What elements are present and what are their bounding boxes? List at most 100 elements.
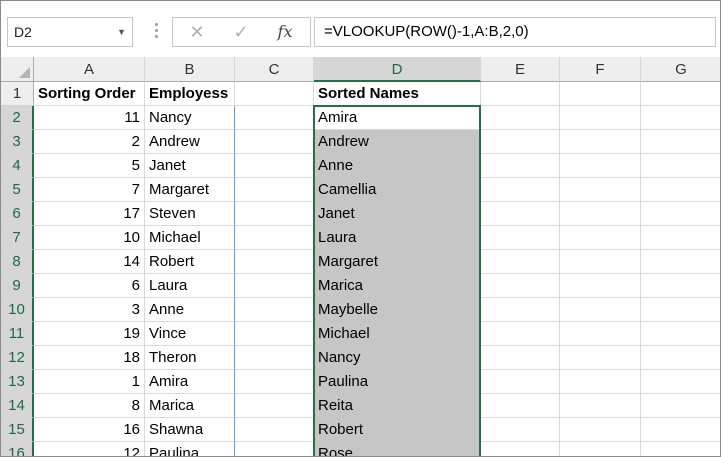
cell-a13[interactable]: 1: [34, 370, 145, 394]
cell-g12[interactable]: [641, 346, 720, 370]
cell-c6[interactable]: [235, 202, 314, 226]
cell-e16[interactable]: [481, 442, 560, 456]
cell-b1[interactable]: Employess: [145, 82, 235, 106]
cell-g16[interactable]: [641, 442, 720, 456]
column-header-c[interactable]: C: [235, 57, 314, 82]
cell-g6[interactable]: [641, 202, 720, 226]
cell-a6[interactable]: 17: [34, 202, 145, 226]
cell-b5[interactable]: Margaret: [145, 178, 235, 202]
cell-e1[interactable]: [481, 82, 560, 106]
cell-d15[interactable]: Robert: [314, 418, 481, 442]
cell-f7[interactable]: [560, 226, 641, 250]
cell-b7[interactable]: Michael: [145, 226, 235, 250]
cell-g11[interactable]: [641, 322, 720, 346]
cell-g5[interactable]: [641, 178, 720, 202]
cell-e5[interactable]: [481, 178, 560, 202]
cell-f8[interactable]: [560, 250, 641, 274]
cell-f4[interactable]: [560, 154, 641, 178]
cell-f5[interactable]: [560, 178, 641, 202]
name-box[interactable]: D2 ▼: [7, 17, 133, 47]
cell-g14[interactable]: [641, 394, 720, 418]
cell-d2[interactable]: Amira: [314, 106, 481, 130]
cell-c11[interactable]: [235, 322, 314, 346]
row-header-4[interactable]: 4: [1, 154, 34, 178]
row-header-7[interactable]: 7: [1, 226, 34, 250]
row-header-16[interactable]: 16: [1, 442, 34, 456]
cell-d14[interactable]: Reita: [314, 394, 481, 418]
cell-e8[interactable]: [481, 250, 560, 274]
row-header-1[interactable]: 1: [1, 82, 34, 106]
cell-c4[interactable]: [235, 154, 314, 178]
column-header-a[interactable]: A: [34, 57, 145, 82]
cell-g13[interactable]: [641, 370, 720, 394]
cell-a12[interactable]: 18: [34, 346, 145, 370]
cell-a5[interactable]: 7: [34, 178, 145, 202]
cell-c8[interactable]: [235, 250, 314, 274]
cancel-x-icon[interactable]: ✕: [177, 18, 217, 46]
cell-a1[interactable]: Sorting Order: [34, 82, 145, 106]
cell-c1[interactable]: [235, 82, 314, 106]
column-header-d[interactable]: D: [314, 57, 481, 82]
cell-d12[interactable]: Nancy: [314, 346, 481, 370]
row-header-15[interactable]: 15: [1, 418, 34, 442]
cell-f10[interactable]: [560, 298, 641, 322]
cell-g4[interactable]: [641, 154, 720, 178]
row-header-11[interactable]: 11: [1, 322, 34, 346]
cell-a16[interactable]: 12: [34, 442, 145, 456]
cell-a3[interactable]: 2: [34, 130, 145, 154]
cell-e7[interactable]: [481, 226, 560, 250]
cell-c14[interactable]: [235, 394, 314, 418]
cell-d13[interactable]: Paulina: [314, 370, 481, 394]
cell-g15[interactable]: [641, 418, 720, 442]
cell-f6[interactable]: [560, 202, 641, 226]
insert-function-fx-icon[interactable]: fx: [265, 18, 305, 46]
cell-b16[interactable]: Paulina: [145, 442, 235, 456]
cell-e6[interactable]: [481, 202, 560, 226]
chevron-down-icon[interactable]: ▼: [117, 18, 126, 46]
enter-check-icon[interactable]: ✓: [221, 18, 261, 46]
cell-g10[interactable]: [641, 298, 720, 322]
cell-a10[interactable]: 3: [34, 298, 145, 322]
cell-d5[interactable]: Camellia: [314, 178, 481, 202]
row-header-12[interactable]: 12: [1, 346, 34, 370]
column-header-e[interactable]: E: [481, 57, 560, 82]
cell-b6[interactable]: Steven: [145, 202, 235, 226]
cell-f13[interactable]: [560, 370, 641, 394]
cell-e2[interactable]: [481, 106, 560, 130]
cell-e12[interactable]: [481, 346, 560, 370]
cell-c5[interactable]: [235, 178, 314, 202]
cell-d8[interactable]: Margaret: [314, 250, 481, 274]
cell-b2[interactable]: Nancy: [145, 106, 235, 130]
cell-e10[interactable]: [481, 298, 560, 322]
cell-d6[interactable]: Janet: [314, 202, 481, 226]
cell-b8[interactable]: Robert: [145, 250, 235, 274]
cell-d7[interactable]: Laura: [314, 226, 481, 250]
cell-g8[interactable]: [641, 250, 720, 274]
row-header-6[interactable]: 6: [1, 202, 34, 226]
cell-b12[interactable]: Theron: [145, 346, 235, 370]
cell-c12[interactable]: [235, 346, 314, 370]
cell-d11[interactable]: Michael: [314, 322, 481, 346]
cell-b15[interactable]: Shawna: [145, 418, 235, 442]
cell-a4[interactable]: 5: [34, 154, 145, 178]
formula-input[interactable]: =VLOOKUP(ROW()-1,A:B,2,0): [314, 17, 716, 47]
cell-c15[interactable]: [235, 418, 314, 442]
cell-f3[interactable]: [560, 130, 641, 154]
cell-a15[interactable]: 16: [34, 418, 145, 442]
cell-d9[interactable]: Marica: [314, 274, 481, 298]
cell-b4[interactable]: Janet: [145, 154, 235, 178]
cell-f2[interactable]: [560, 106, 641, 130]
row-header-14[interactable]: 14: [1, 394, 34, 418]
cell-d16[interactable]: Rose: [314, 442, 481, 456]
cell-f9[interactable]: [560, 274, 641, 298]
cell-e11[interactable]: [481, 322, 560, 346]
cell-b13[interactable]: Amira: [145, 370, 235, 394]
cell-c13[interactable]: [235, 370, 314, 394]
cell-e3[interactable]: [481, 130, 560, 154]
cell-g7[interactable]: [641, 226, 720, 250]
cell-g2[interactable]: [641, 106, 720, 130]
column-header-f[interactable]: F: [560, 57, 641, 82]
row-header-2[interactable]: 2: [1, 106, 34, 130]
cell-b3[interactable]: Andrew: [145, 130, 235, 154]
cell-d1[interactable]: Sorted Names: [314, 82, 481, 106]
